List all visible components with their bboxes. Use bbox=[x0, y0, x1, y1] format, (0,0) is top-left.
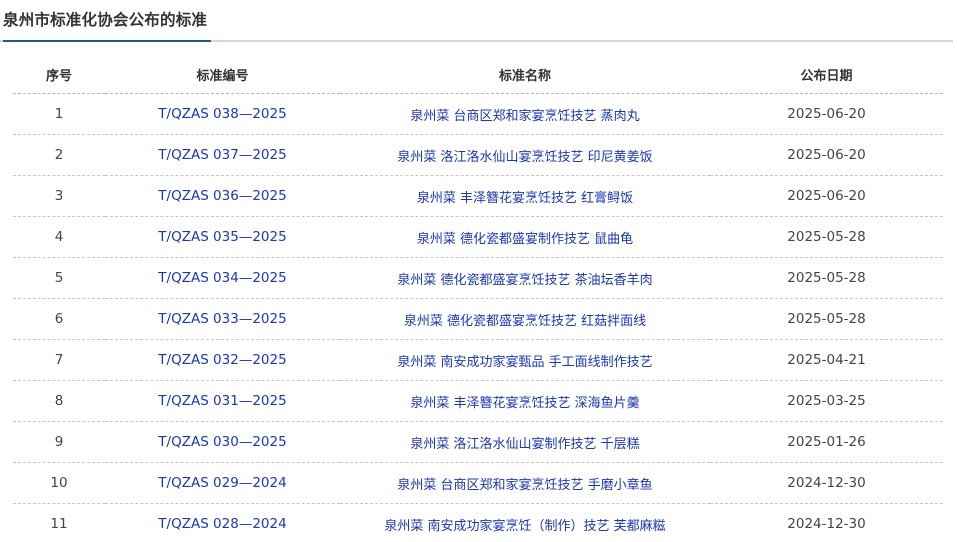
standard-name-link[interactable]: 泉州菜 洛江洛水仙山宴烹饪技艺 印尼黄姜饭 bbox=[397, 150, 652, 165]
standard-name-link[interactable]: 泉州菜 德化瓷都盛宴制作技艺 鼠曲龟 bbox=[417, 232, 633, 247]
standards-table: 序号 标准编号 标准名称 公布日期 1 T/QZAS 038—2025 泉州菜 台商… bbox=[13, 55, 943, 542]
row-date: 2025-05-28 bbox=[710, 298, 943, 340]
standard-name-link[interactable]: 泉州菜 南安成功家宴甄品 手工面线制作技艺 bbox=[397, 355, 652, 370]
row-name-cell: 泉州菜 南安成功家宴烹饪（制作）技艺 芙都麻糍 bbox=[340, 503, 710, 542]
table-row: 9 T/QZAS 030—2025 泉州菜 洛江洛水仙山宴制作技艺 千层糕 2025-… bbox=[13, 421, 943, 463]
table-row: 4 T/QZAS 035—2025 泉州菜 德化瓷都盛宴制作技艺 鼠曲龟 2025-0… bbox=[13, 216, 943, 258]
table-row: 8 T/QZAS 031—2025 泉州菜 丰泽簪花宴烹饪技艺 深海鱼片羹 2025-… bbox=[13, 380, 943, 422]
row-code-cell: T/QZAS 038—2025 bbox=[105, 93, 340, 135]
standard-code-link[interactable]: T/QZAS 037—2025 bbox=[158, 147, 286, 163]
row-name-cell: 泉州菜 德化瓷都盛宴制作技艺 鼠曲龟 bbox=[340, 216, 710, 258]
standard-name-link[interactable]: 泉州菜 台商区郑和家宴烹饪技艺 蒸肉丸 bbox=[410, 109, 639, 124]
table-body: 1 T/QZAS 038—2025 泉州菜 台商区郑和家宴烹饪技艺 蒸肉丸 2025-… bbox=[13, 93, 943, 542]
row-date: 2025-03-25 bbox=[710, 380, 943, 422]
row-seq: 5 bbox=[13, 257, 105, 299]
standard-code-link[interactable]: T/QZAS 036—2025 bbox=[158, 188, 286, 204]
standard-code-link[interactable]: T/QZAS 033—2025 bbox=[158, 311, 286, 327]
row-name-cell: 泉州菜 丰泽簪花宴烹饪技艺 深海鱼片羹 bbox=[340, 380, 710, 422]
row-seq: 3 bbox=[13, 175, 105, 217]
table-row: 5 T/QZAS 034—2025 泉州菜 德化瓷都盛宴烹饪技艺 茶油坛香羊肉 202… bbox=[13, 257, 943, 299]
row-code-cell: T/QZAS 035—2025 bbox=[105, 216, 340, 258]
standard-code-link[interactable]: T/QZAS 031—2025 bbox=[158, 393, 286, 409]
column-header-name: 标准名称 bbox=[340, 55, 710, 94]
standard-name-link[interactable]: 泉州菜 德化瓷都盛宴烹饪技艺 红菇拌面线 bbox=[404, 314, 646, 329]
row-name-cell: 泉州菜 丰泽簪花宴烹饪技艺 红膏鲟饭 bbox=[340, 175, 710, 217]
row-seq: 2 bbox=[13, 134, 105, 176]
table-row: 3 T/QZAS 036—2025 泉州菜 丰泽簪花宴烹饪技艺 红膏鲟饭 2025-0… bbox=[13, 175, 943, 217]
row-date: 2025-01-26 bbox=[710, 421, 943, 463]
page: 泉州市标准化协会公布的标准 序号 标准编号 标准名称 公布日期 1 T/QZAS … bbox=[0, 0, 957, 542]
title-accent-underline bbox=[3, 40, 211, 42]
standard-code-link[interactable]: T/QZAS 030—2025 bbox=[158, 434, 286, 450]
row-date: 2025-05-28 bbox=[710, 216, 943, 258]
row-code-cell: T/QZAS 030—2025 bbox=[105, 421, 340, 463]
standard-name-link[interactable]: 泉州菜 德化瓷都盛宴烹饪技艺 茶油坛香羊肉 bbox=[397, 273, 652, 288]
row-seq: 10 bbox=[13, 462, 105, 504]
row-date: 2025-06-20 bbox=[710, 93, 943, 135]
row-code-cell: T/QZAS 033—2025 bbox=[105, 298, 340, 340]
row-date: 2024-12-30 bbox=[710, 462, 943, 504]
row-code-cell: T/QZAS 029—2024 bbox=[105, 462, 340, 504]
standard-name-link[interactable]: 泉州菜 丰泽簪花宴烹饪技艺 深海鱼片羹 bbox=[410, 396, 639, 411]
row-seq: 8 bbox=[13, 380, 105, 422]
standard-name-link[interactable]: 泉州菜 台商区郑和家宴烹饪技艺 手磨小章鱼 bbox=[397, 478, 652, 493]
row-date: 2025-06-20 bbox=[710, 134, 943, 176]
row-date: 2025-04-21 bbox=[710, 339, 943, 381]
row-seq: 9 bbox=[13, 421, 105, 463]
row-code-cell: T/QZAS 031—2025 bbox=[105, 380, 340, 422]
section-title: 泉州市标准化协会公布的标准 bbox=[3, 11, 208, 29]
column-header-date: 公布日期 bbox=[710, 55, 943, 94]
standard-code-link[interactable]: T/QZAS 038—2025 bbox=[158, 106, 286, 122]
row-seq: 11 bbox=[13, 503, 105, 542]
row-name-cell: 泉州菜 德化瓷都盛宴烹饪技艺 红菇拌面线 bbox=[340, 298, 710, 340]
row-code-cell: T/QZAS 032—2025 bbox=[105, 339, 340, 381]
table-row: 6 T/QZAS 033—2025 泉州菜 德化瓷都盛宴烹饪技艺 红菇拌面线 2025… bbox=[13, 298, 943, 340]
standard-name-link[interactable]: 泉州菜 丰泽簪花宴烹饪技艺 红膏鲟饭 bbox=[417, 191, 633, 206]
table-row: 10 T/QZAS 029—2024 泉州菜 台商区郑和家宴烹饪技艺 手磨小章鱼 20… bbox=[13, 462, 943, 504]
standard-code-link[interactable]: T/QZAS 034—2025 bbox=[158, 270, 286, 286]
row-name-cell: 泉州菜 台商区郑和家宴烹饪技艺 手磨小章鱼 bbox=[340, 462, 710, 504]
section-header: 泉州市标准化协会公布的标准 bbox=[0, 0, 953, 42]
standard-name-link[interactable]: 泉州菜 南安成功家宴烹饪（制作）技艺 芙都麻糍 bbox=[384, 519, 665, 534]
row-name-cell: 泉州菜 南安成功家宴甄品 手工面线制作技艺 bbox=[340, 339, 710, 381]
standard-code-link[interactable]: T/QZAS 029—2024 bbox=[158, 475, 286, 491]
row-seq: 6 bbox=[13, 298, 105, 340]
column-header-seq: 序号 bbox=[13, 55, 105, 94]
table-row: 11 T/QZAS 028—2024 泉州菜 南安成功家宴烹饪（制作）技艺 芙都麻糍… bbox=[13, 503, 943, 542]
row-seq: 1 bbox=[13, 93, 105, 135]
row-name-cell: 泉州菜 洛江洛水仙山宴烹饪技艺 印尼黄姜饭 bbox=[340, 134, 710, 176]
row-code-cell: T/QZAS 036—2025 bbox=[105, 175, 340, 217]
standard-code-link[interactable]: T/QZAS 035—2025 bbox=[158, 229, 286, 245]
row-seq: 7 bbox=[13, 339, 105, 381]
table-header-row: 序号 标准编号 标准名称 公布日期 bbox=[13, 55, 943, 94]
row-code-cell: T/QZAS 037—2025 bbox=[105, 134, 340, 176]
row-date: 2025-05-28 bbox=[710, 257, 943, 299]
standard-code-link[interactable]: T/QZAS 028—2024 bbox=[158, 516, 286, 532]
row-date: 2024-12-30 bbox=[710, 503, 943, 542]
table-row: 2 T/QZAS 037—2025 泉州菜 洛江洛水仙山宴烹饪技艺 印尼黄姜饭 202… bbox=[13, 134, 943, 176]
table-row: 1 T/QZAS 038—2025 泉州菜 台商区郑和家宴烹饪技艺 蒸肉丸 2025-… bbox=[13, 93, 943, 135]
row-code-cell: T/QZAS 034—2025 bbox=[105, 257, 340, 299]
standard-name-link[interactable]: 泉州菜 洛江洛水仙山宴制作技艺 千层糕 bbox=[410, 437, 639, 452]
row-seq: 4 bbox=[13, 216, 105, 258]
row-name-cell: 泉州菜 洛江洛水仙山宴制作技艺 千层糕 bbox=[340, 421, 710, 463]
row-name-cell: 泉州菜 台商区郑和家宴烹饪技艺 蒸肉丸 bbox=[340, 93, 710, 135]
row-date: 2025-06-20 bbox=[710, 175, 943, 217]
row-code-cell: T/QZAS 028—2024 bbox=[105, 503, 340, 542]
table-row: 7 T/QZAS 032—2025 泉州菜 南安成功家宴甄品 手工面线制作技艺 202… bbox=[13, 339, 943, 381]
row-name-cell: 泉州菜 德化瓷都盛宴烹饪技艺 茶油坛香羊肉 bbox=[340, 257, 710, 299]
column-header-code: 标准编号 bbox=[105, 55, 340, 94]
standard-code-link[interactable]: T/QZAS 032—2025 bbox=[158, 352, 286, 368]
